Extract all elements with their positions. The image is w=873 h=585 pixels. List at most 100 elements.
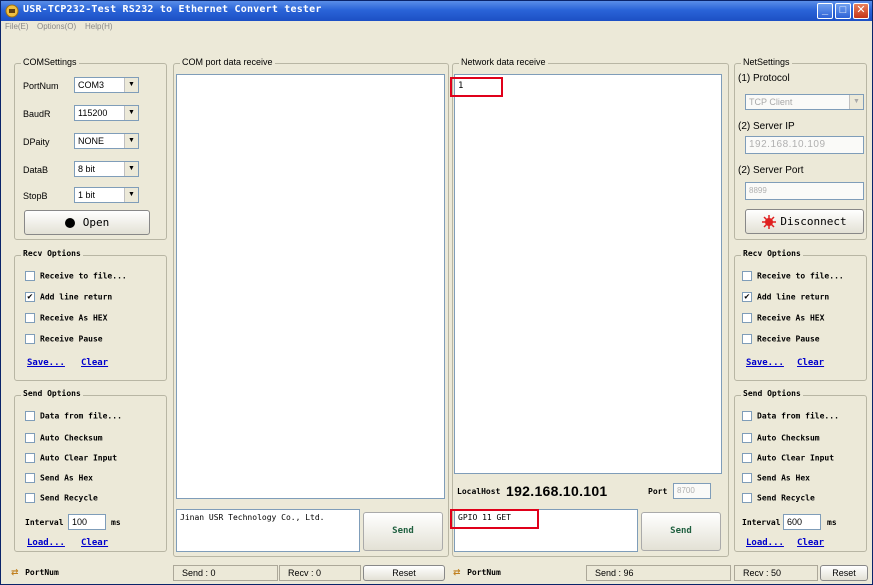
checkbox-box[interactable]	[25, 493, 35, 503]
data-from-file-checkbox-left[interactable]: Data from file...	[25, 411, 122, 421]
checkbox-box[interactable]	[742, 433, 752, 443]
clear-recv-link-right[interactable]: Clear	[797, 358, 824, 368]
checkbox-box[interactable]	[742, 271, 752, 281]
protocol-select[interactable]: TCP Client ▼	[745, 94, 864, 110]
checkbox-box[interactable]	[742, 313, 752, 323]
checkbox-box[interactable]	[742, 453, 752, 463]
localhost-value: 192.168.10.101	[506, 483, 608, 499]
checkbox-box[interactable]	[742, 411, 752, 421]
com-settings-title: COMSettings	[21, 57, 79, 67]
checkbox-label: Auto Clear Input	[40, 453, 118, 463]
baudrate-select[interactable]: 115200 ▼	[74, 105, 139, 121]
send-recycle-checkbox-left[interactable]: Send Recycle	[25, 493, 98, 503]
close-button[interactable]: ✕	[853, 3, 869, 19]
menu-bar: File(E) Options(O) Help(H)	[1, 21, 872, 33]
open-button[interactable]: Open	[24, 210, 150, 235]
clear-recv-link-left[interactable]: Clear	[81, 358, 108, 368]
checkmark-icon[interactable]: ✔	[25, 292, 35, 302]
checkbox-box[interactable]	[25, 473, 35, 483]
network-send-button[interactable]: Send	[641, 512, 721, 551]
checkbox-box[interactable]	[742, 473, 752, 483]
recv-to-file-checkbox-right[interactable]: Receive to file...	[742, 271, 844, 281]
menu-file[interactable]: File(E)	[5, 22, 29, 31]
checkbox-box[interactable]	[25, 411, 35, 421]
checkbox-box[interactable]	[25, 313, 35, 323]
checkmark-icon[interactable]: ✔	[742, 292, 752, 302]
auto-checksum-checkbox-right[interactable]: Auto Checksum	[742, 433, 820, 443]
recv-pause-checkbox-left[interactable]: Receive Pause	[25, 334, 103, 344]
status-recv-count-right: Recv : 50	[734, 565, 818, 581]
disconnect-label: Disconnect	[780, 215, 847, 228]
network-receive-area[interactable]: 1	[454, 74, 722, 474]
add-line-return-checkbox-left[interactable]: ✔ Add line return	[25, 292, 112, 302]
portnum-label: PortNum	[23, 81, 59, 91]
main-window: USR-TCP232-Test RS232 to Ethernet Conver…	[0, 0, 873, 585]
chevron-down-icon[interactable]: ▼	[849, 95, 863, 109]
chevron-down-icon[interactable]: ▼	[124, 134, 138, 148]
connection-status-icon	[762, 215, 777, 229]
reset-button-right[interactable]: Reset	[820, 565, 868, 581]
clear-send-link-right[interactable]: Clear	[797, 538, 824, 548]
interval-input-left[interactable]: 100	[68, 514, 106, 530]
com-send-input[interactable]: Jinan USR Technology Co., Ltd.	[176, 509, 360, 552]
minimize-button[interactable]: _	[817, 3, 833, 19]
portnum-select[interactable]: COM3 ▼	[74, 77, 139, 93]
chevron-down-icon[interactable]: ▼	[124, 78, 138, 92]
checkbox-label: Auto Checksum	[40, 433, 103, 443]
recv-pause-checkbox-right[interactable]: Receive Pause	[742, 334, 820, 344]
server-ip-input[interactable]: 192.168.10.109	[745, 136, 864, 154]
databits-label: DataB	[23, 165, 49, 175]
recv-hex-checkbox-left[interactable]: Receive As HEX	[25, 313, 107, 323]
clear-send-link-left[interactable]: Clear	[81, 538, 108, 548]
save-link-left[interactable]: Save...	[27, 358, 65, 368]
send-options-right-title: Send Options	[741, 389, 803, 398]
title-bar[interactable]: USR-TCP232-Test RS232 to Ethernet Conver…	[1, 1, 872, 21]
checkbox-box[interactable]	[25, 334, 35, 344]
status-send-count-right: Send : 96	[586, 565, 731, 581]
auto-checksum-checkbox-left[interactable]: Auto Checksum	[25, 433, 103, 443]
data-from-file-checkbox-right[interactable]: Data from file...	[742, 411, 839, 421]
recv-options-left-title: Recv Options	[21, 249, 83, 258]
send-as-hex-checkbox-right[interactable]: Send As Hex	[742, 473, 810, 483]
parity-select[interactable]: NONE ▼	[74, 133, 139, 149]
menu-help[interactable]: Help(H)	[85, 22, 113, 31]
send-as-hex-checkbox-left[interactable]: Send As Hex	[25, 473, 93, 483]
menu-options[interactable]: Options(O)	[37, 22, 76, 31]
stopbits-select[interactable]: 1 bit ▼	[74, 187, 139, 203]
status-portnum-left: ⇄ PortNum	[11, 565, 171, 581]
checkbox-box[interactable]	[25, 271, 35, 281]
disconnect-button[interactable]: Disconnect	[745, 209, 864, 234]
auto-clear-input-checkbox-left[interactable]: Auto Clear Input	[25, 453, 117, 463]
recv-hex-checkbox-right[interactable]: Receive As HEX	[742, 313, 824, 323]
load-link-right[interactable]: Load...	[746, 538, 784, 548]
maximize-button[interactable]: □	[835, 3, 851, 19]
checkbox-box[interactable]	[25, 433, 35, 443]
checkbox-box[interactable]	[25, 453, 35, 463]
window-title: USR-TCP232-Test RS232 to Ethernet Conver…	[23, 4, 322, 15]
checkbox-label: Auto Checksum	[757, 433, 820, 443]
interval-unit-right: ms	[827, 518, 837, 527]
checkbox-label: Receive As HEX	[40, 313, 108, 323]
reset-button-left[interactable]: Reset	[363, 565, 445, 581]
chevron-down-icon[interactable]: ▼	[124, 162, 138, 176]
save-link-right[interactable]: Save...	[746, 358, 784, 368]
status-recv-count-left: Recv : 0	[279, 565, 361, 581]
auto-clear-input-checkbox-right[interactable]: Auto Clear Input	[742, 453, 834, 463]
status-portnum-left-label: PortNum	[25, 568, 59, 577]
local-port-input[interactable]: 8700	[673, 483, 711, 499]
send-recycle-checkbox-right[interactable]: Send Recycle	[742, 493, 815, 503]
checkbox-label: Send As Hex	[757, 473, 810, 483]
recv-to-file-checkbox-left[interactable]: Receive to file...	[25, 271, 127, 281]
checkbox-box[interactable]	[742, 334, 752, 344]
chevron-down-icon[interactable]: ▼	[124, 188, 138, 202]
checkbox-box[interactable]	[742, 493, 752, 503]
add-line-return-checkbox-right[interactable]: ✔ Add line return	[742, 292, 829, 302]
com-port-panel-title: COM port data receive	[180, 57, 275, 67]
com-receive-area[interactable]	[176, 74, 445, 499]
interval-input-right[interactable]: 600	[783, 514, 821, 530]
databits-select[interactable]: 8 bit ▼	[74, 161, 139, 177]
load-link-left[interactable]: Load...	[27, 538, 65, 548]
server-port-input[interactable]: 8899	[745, 182, 864, 200]
chevron-down-icon[interactable]: ▼	[124, 106, 138, 120]
com-send-button[interactable]: Send	[363, 512, 443, 551]
